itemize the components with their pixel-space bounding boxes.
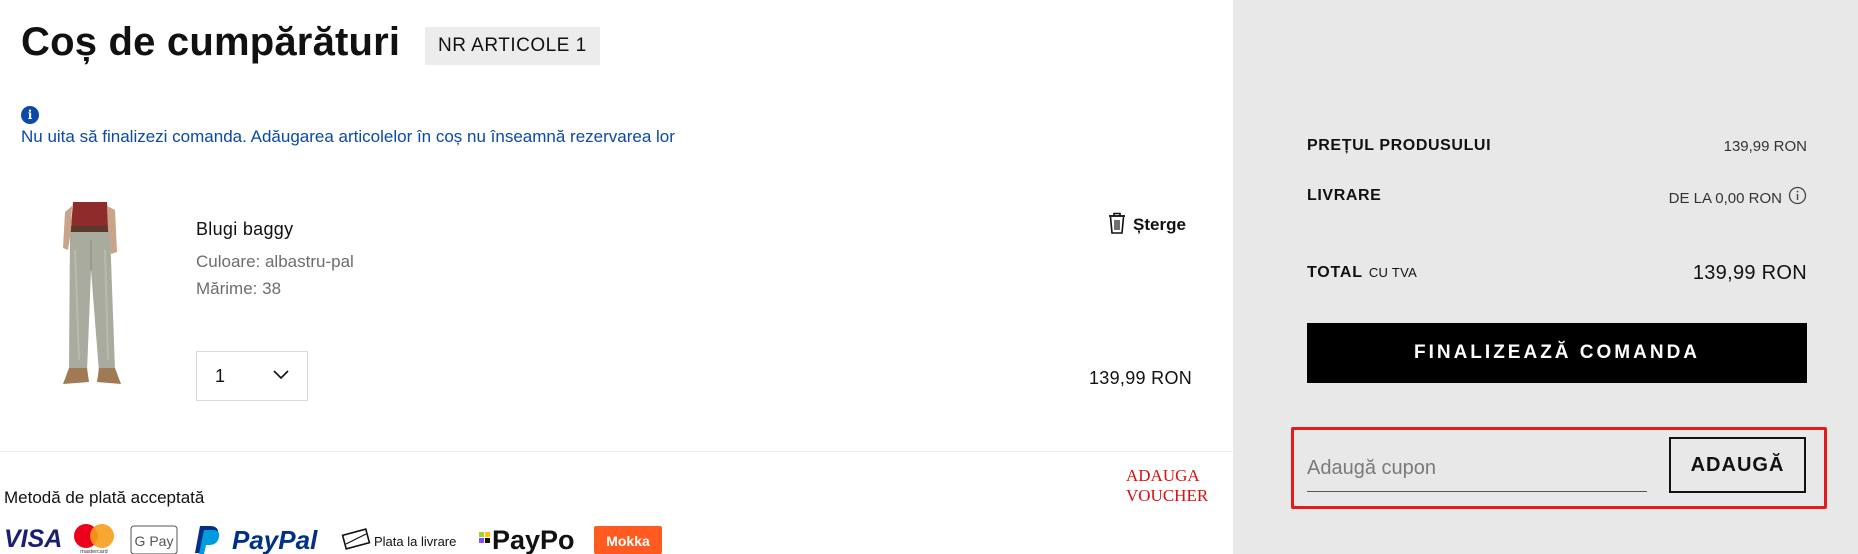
total-label-text: TOTAL — [1307, 264, 1363, 281]
visa-logo: VISA — [4, 525, 62, 553]
add-coupon-button[interactable]: ADAUGĂ — [1669, 437, 1806, 493]
delivery-label: LIVRARE — [1307, 187, 1382, 204]
paypal-logo-text: PayPal — [232, 525, 318, 554]
gpay-logo: G Pay — [130, 525, 178, 554]
delete-item-button[interactable]: Șterge — [1107, 212, 1186, 238]
visa-logo-text: VISA — [4, 525, 62, 553]
item-count-badge: NR ARTICOLE 1 — [425, 27, 600, 65]
mastercard-logo: mastercard — [74, 524, 114, 554]
chevron-down-icon — [273, 367, 289, 385]
checkout-button[interactable]: FINALIZEAZĂ COMANDA — [1307, 323, 1807, 383]
gpay-logo-text: G Pay — [135, 533, 174, 549]
product-price-value: 139,99 RON — [1723, 138, 1807, 155]
trash-icon — [1107, 211, 1127, 240]
delivery-value: DE LA 0,00 RON — [1668, 189, 1782, 207]
voucher-annotation: ADAUGA VOUCHER — [1126, 466, 1209, 505]
mokka-logo-text: Mokka — [606, 533, 650, 549]
cash-on-delivery-text: Plata la livrare — [374, 534, 456, 549]
paypo-logo-text: PayPo — [492, 525, 575, 554]
total-vat-label: CU TVA — [1368, 265, 1418, 280]
product-name[interactable]: Blugi baggy — [196, 219, 293, 240]
quantity-value: 1 — [215, 365, 226, 386]
product-price-label: PREȚUL PRODUSULUI — [1307, 137, 1492, 154]
page-title: Coș de cumpărături — [21, 20, 401, 64]
divider — [0, 451, 1233, 452]
product-color: Culoare: albastru-pal — [196, 252, 354, 271]
product-size: Mărime: 38 — [196, 279, 282, 298]
mokka-logo: Mokka — [594, 526, 662, 554]
paypal-logo: PayPal — [195, 525, 318, 554]
payment-methods-logos: VISA mastercard G Pay PayPal Plata la li… — [4, 522, 664, 554]
cart-main: Coș de cumpărături NR ARTICOLE 1 i Nu ui… — [0, 0, 1233, 554]
delivery-value-group: DE LA 0,00 RON — [1669, 186, 1807, 210]
product-image[interactable] — [45, 200, 135, 390]
cart-notice: Nu uita să finalizezi comanda. Adăugarea… — [21, 127, 675, 146]
total-value: 139,99 RON — [1692, 262, 1807, 284]
quantity-select[interactable]: 1 — [196, 351, 308, 401]
coupon-input[interactable] — [1307, 446, 1647, 492]
payment-methods-title: Metodă de plată acceptată — [4, 488, 205, 507]
cash-on-delivery-logo: Plata la livrare — [341, 528, 456, 550]
info-circle-icon[interactable] — [1788, 186, 1807, 210]
total-label: TOTAL CU TVA — [1307, 264, 1417, 282]
paypo-logo: PayPo — [479, 525, 575, 554]
delete-label: Șterge — [1133, 215, 1186, 234]
line-item-price: 139,99 RON — [1089, 368, 1193, 388]
info-icon: i — [21, 106, 39, 124]
mastercard-logo-text: mastercard — [80, 549, 108, 554]
